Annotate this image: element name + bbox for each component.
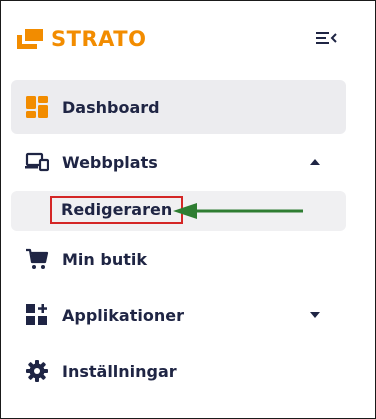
brand-name: STRATO	[51, 27, 147, 51]
nav-item-website[interactable]: Webbplats	[11, 140, 346, 184]
website-icon	[25, 152, 49, 172]
strato-logo[interactable]: STRATO	[17, 27, 146, 51]
strato-logo-icon	[17, 29, 43, 49]
chevron-up-icon[interactable]	[310, 159, 320, 165]
nav-label-shop: Min butik	[62, 249, 147, 269]
apps-icon	[26, 304, 47, 325]
subnav-label-editor: Redigeraren	[50, 196, 184, 224]
nav-item-apps[interactable]: Applikationer	[11, 293, 346, 337]
cart-icon	[26, 248, 49, 269]
nav-label-dashboard: Dashboard	[62, 97, 160, 117]
dashboard-icon	[26, 96, 48, 118]
collapse-menu-icon[interactable]	[315, 30, 337, 46]
gear-icon	[26, 360, 48, 382]
nav-label-website: Webbplats	[62, 152, 158, 172]
nav-item-shop[interactable]: Min butik	[11, 237, 346, 281]
annotation-arrow-icon	[173, 203, 303, 219]
nav-item-settings[interactable]: Inställningar	[11, 349, 346, 393]
nav-label-apps: Applikationer	[62, 305, 184, 325]
nav-item-dashboard[interactable]: Dashboard	[11, 80, 346, 134]
sidebar-panel: STRATO Dashboard Webbplats Redigeraren M…	[0, 0, 376, 419]
nav-label-settings: Inställningar	[62, 361, 177, 381]
chevron-down-icon[interactable]	[310, 312, 320, 318]
